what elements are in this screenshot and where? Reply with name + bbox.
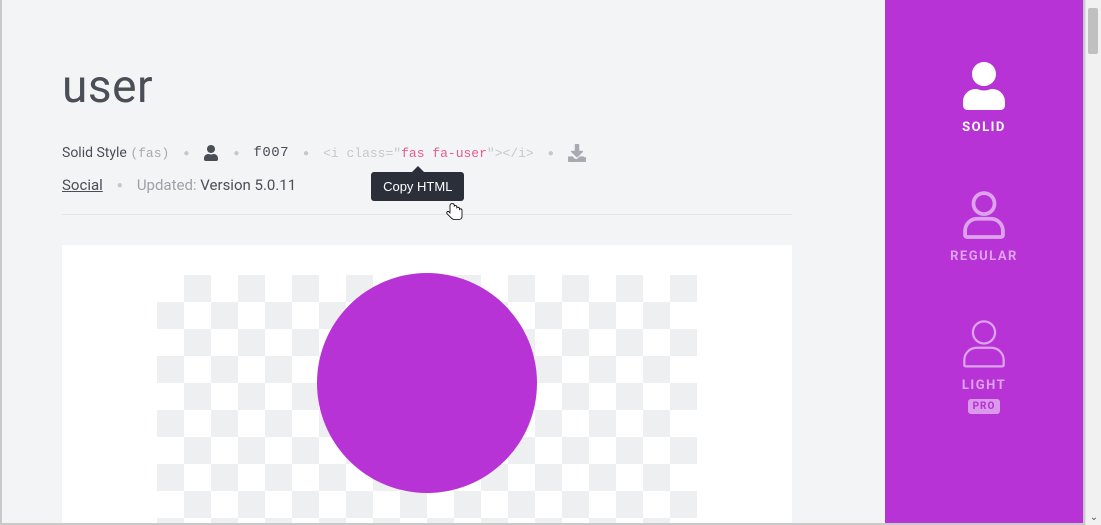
unicode-value[interactable]: f007 — [253, 145, 289, 161]
category-link[interactable]: Social — [62, 176, 103, 194]
style-label-light: LIGHT — [962, 378, 1006, 393]
sidebar-caret — [873, 94, 885, 118]
separator-dot: ● — [117, 180, 123, 191]
page-viewport: user Solid Style (fas) ● ● f007 ● <i cla… — [0, 0, 1085, 525]
icon-meta-row: Solid Style (fas) ● ● f007 ● <i class="f… — [62, 144, 832, 162]
style-label: Solid Style (fas) — [62, 145, 169, 161]
separator-dot: ● — [303, 148, 309, 159]
user-icon — [963, 62, 1005, 110]
divider — [62, 214, 792, 215]
download-icon[interactable] — [568, 144, 586, 162]
separator-dot: ● — [548, 148, 554, 159]
user-icon-mini — [203, 145, 219, 161]
snippet-class: fas fa-user — [401, 146, 487, 161]
style-short: (fas) — [130, 146, 169, 161]
updated-label: Updated: — [137, 176, 197, 194]
pro-badge: PRO — [968, 399, 1001, 414]
copy-html-tooltip: Copy HTML — [371, 172, 464, 201]
separator-dot: ● — [233, 148, 239, 159]
snippet-suffix: "></i> — [487, 146, 534, 161]
user-icon-head — [317, 273, 537, 493]
updated-value: Version 5.0.11 — [200, 176, 296, 194]
user-icon — [963, 320, 1005, 368]
style-option-solid[interactable]: SOLID — [962, 62, 1006, 135]
user-icon — [963, 191, 1005, 239]
html-snippet[interactable]: <i class="fas fa-user"></i> Copy HTML — [323, 146, 534, 161]
style-option-regular[interactable]: REGULAR — [950, 191, 1018, 264]
scroll-down-arrow[interactable]: ⌄ — [1086, 509, 1101, 525]
style-name: Solid Style — [62, 145, 127, 161]
user-icon-large — [317, 275, 537, 525]
main-content: user Solid Style (fas) ● ● f007 ● <i cla… — [2, 0, 832, 523]
icon-preview-card — [62, 245, 792, 525]
vertical-scrollbar[interactable]: ⌄ — [1085, 0, 1101, 525]
style-option-light[interactable]: LIGHT PRO — [962, 320, 1006, 414]
style-sidebar: SOLID REGULAR LIGHT PRO — [885, 0, 1083, 523]
style-label-regular: REGULAR — [950, 249, 1018, 264]
snippet-prefix: <i class=" — [323, 146, 401, 161]
scrollbar-thumb[interactable] — [1088, 8, 1098, 54]
icon-title: user — [62, 60, 832, 114]
separator-dot: ● — [183, 148, 189, 159]
style-label-solid: SOLID — [962, 120, 1006, 135]
